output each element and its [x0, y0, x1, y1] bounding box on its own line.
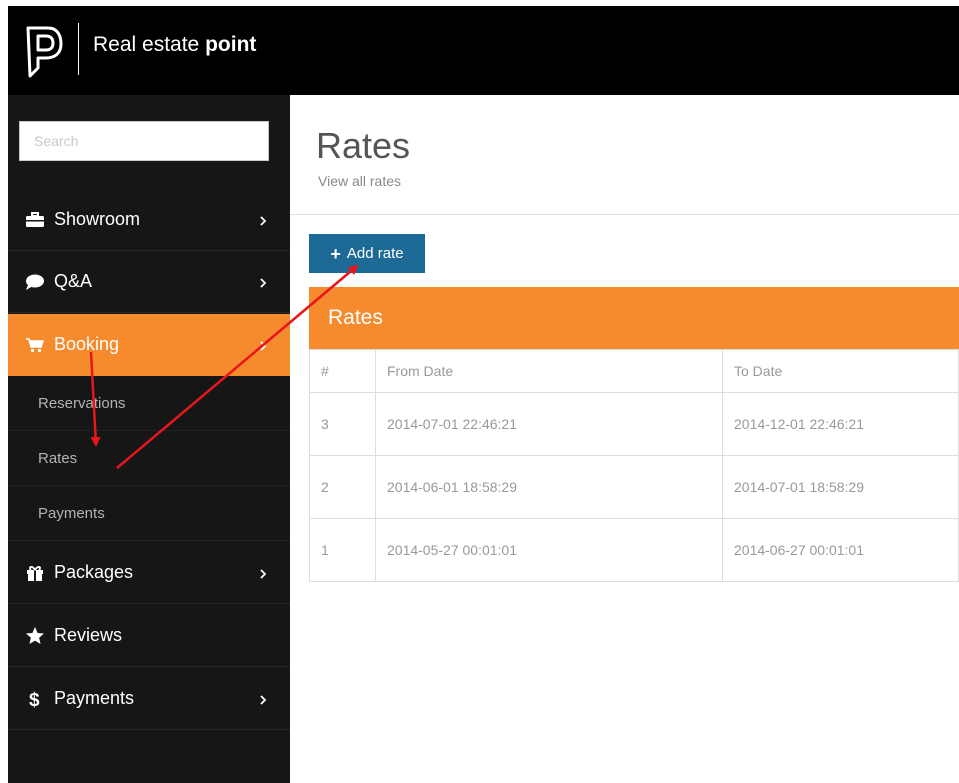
cart-icon [26, 338, 45, 353]
cell-id: 1 [309, 518, 376, 582]
sidebar-subitem-label: Payments [38, 505, 105, 522]
page-subtitle: View all rates [318, 173, 402, 189]
logo-divider [78, 23, 79, 75]
sidebar-item-label: Reviews [54, 625, 123, 645]
sidebar-subitem-label: Rates [38, 450, 78, 467]
divider [290, 214, 959, 215]
table-row[interactable]: 3 2014-07-01 22:46:21 2014-12-01 22:46:2… [309, 392, 959, 456]
sidebar-subitem-reservations[interactable]: Reservations [8, 376, 290, 431]
sidebar-item-payments[interactable]: $ Payments [8, 668, 290, 730]
sidebar-item-reviews[interactable]: Reviews [8, 605, 290, 667]
sidebar-item-label: Packages [54, 562, 134, 582]
plus-icon: + [330, 243, 341, 264]
chevron-right-icon [260, 216, 267, 226]
star-icon [26, 627, 44, 644]
sidebar-item-packages[interactable]: Packages [8, 542, 290, 604]
sidebar-item-showroom[interactable]: Showroom [8, 189, 290, 251]
chevron-right-icon [260, 695, 267, 705]
brand-name-regular: Real estate [93, 33, 200, 56]
sidebar-item-qa[interactable]: Q&A [8, 251, 290, 313]
logo-p-icon[interactable] [24, 24, 64, 80]
rates-panel: Rates # From Date To Date 3 2014-07-01 2… [309, 287, 959, 582]
column-header-id[interactable]: # [309, 349, 376, 393]
sidebar-item-label: Q&A [54, 271, 93, 291]
column-header-from-date[interactable]: From Date [375, 349, 723, 393]
chevron-right-icon [260, 569, 267, 579]
cell-to-date: 2014-06-27 00:01:01 [722, 518, 959, 582]
cell-id: 2 [309, 455, 376, 519]
top-bar: Real estate point [8, 6, 959, 95]
page-title: Rates [316, 125, 411, 166]
sidebar-subitem-payments[interactable]: Payments [8, 486, 290, 541]
sidebar-item-label: Showroom [54, 209, 141, 229]
chevron-right-icon [260, 278, 267, 288]
brand-name-bold: point [205, 33, 257, 56]
panel-title: Rates [309, 287, 959, 349]
table-row[interactable]: 1 2014-05-27 00:01:01 2014-06-27 00:01:0… [309, 518, 959, 582]
sidebar-subitem-label: Reservations [38, 395, 126, 412]
add-rate-button-label: Add rate [346, 245, 404, 262]
cell-to-date: 2014-12-01 22:46:21 [722, 392, 959, 456]
dollar-icon: $ [29, 690, 40, 709]
column-header-to-date[interactable]: To Date [722, 349, 959, 393]
gift-icon [27, 566, 43, 581]
search-input[interactable] [19, 121, 269, 161]
cell-from-date: 2014-07-01 22:46:21 [375, 392, 723, 456]
sidebar-item-label: Booking [54, 334, 120, 354]
comment-icon [26, 274, 44, 290]
sidebar-item-label: Payments [54, 688, 135, 708]
add-rate-button[interactable]: + Add rate [309, 234, 425, 273]
chevron-right-icon [260, 341, 267, 351]
brand-name[interactable]: Real estate point [93, 33, 256, 57]
table-header-row: # From Date To Date [309, 349, 959, 393]
table-row[interactable]: 2 2014-06-01 18:58:29 2014-07-01 18:58:2… [309, 455, 959, 519]
main-content: Rates View all rates + Add rate Rates # … [290, 95, 959, 783]
sidebar-item-booking[interactable]: Booking [8, 314, 290, 376]
sidebar-subitem-rates[interactable]: Rates [8, 431, 290, 486]
cell-to-date: 2014-07-01 18:58:29 [722, 455, 959, 519]
svg-text:$: $ [29, 690, 40, 709]
rates-table: # From Date To Date 3 2014-07-01 22:46:2… [309, 349, 959, 582]
briefcase-icon [26, 212, 44, 227]
cell-from-date: 2014-06-01 18:58:29 [375, 455, 723, 519]
cell-from-date: 2014-05-27 00:01:01 [375, 518, 723, 582]
sidebar: Showroom Q&A Booking Reservations Rates [8, 95, 290, 783]
cell-id: 3 [309, 392, 376, 456]
